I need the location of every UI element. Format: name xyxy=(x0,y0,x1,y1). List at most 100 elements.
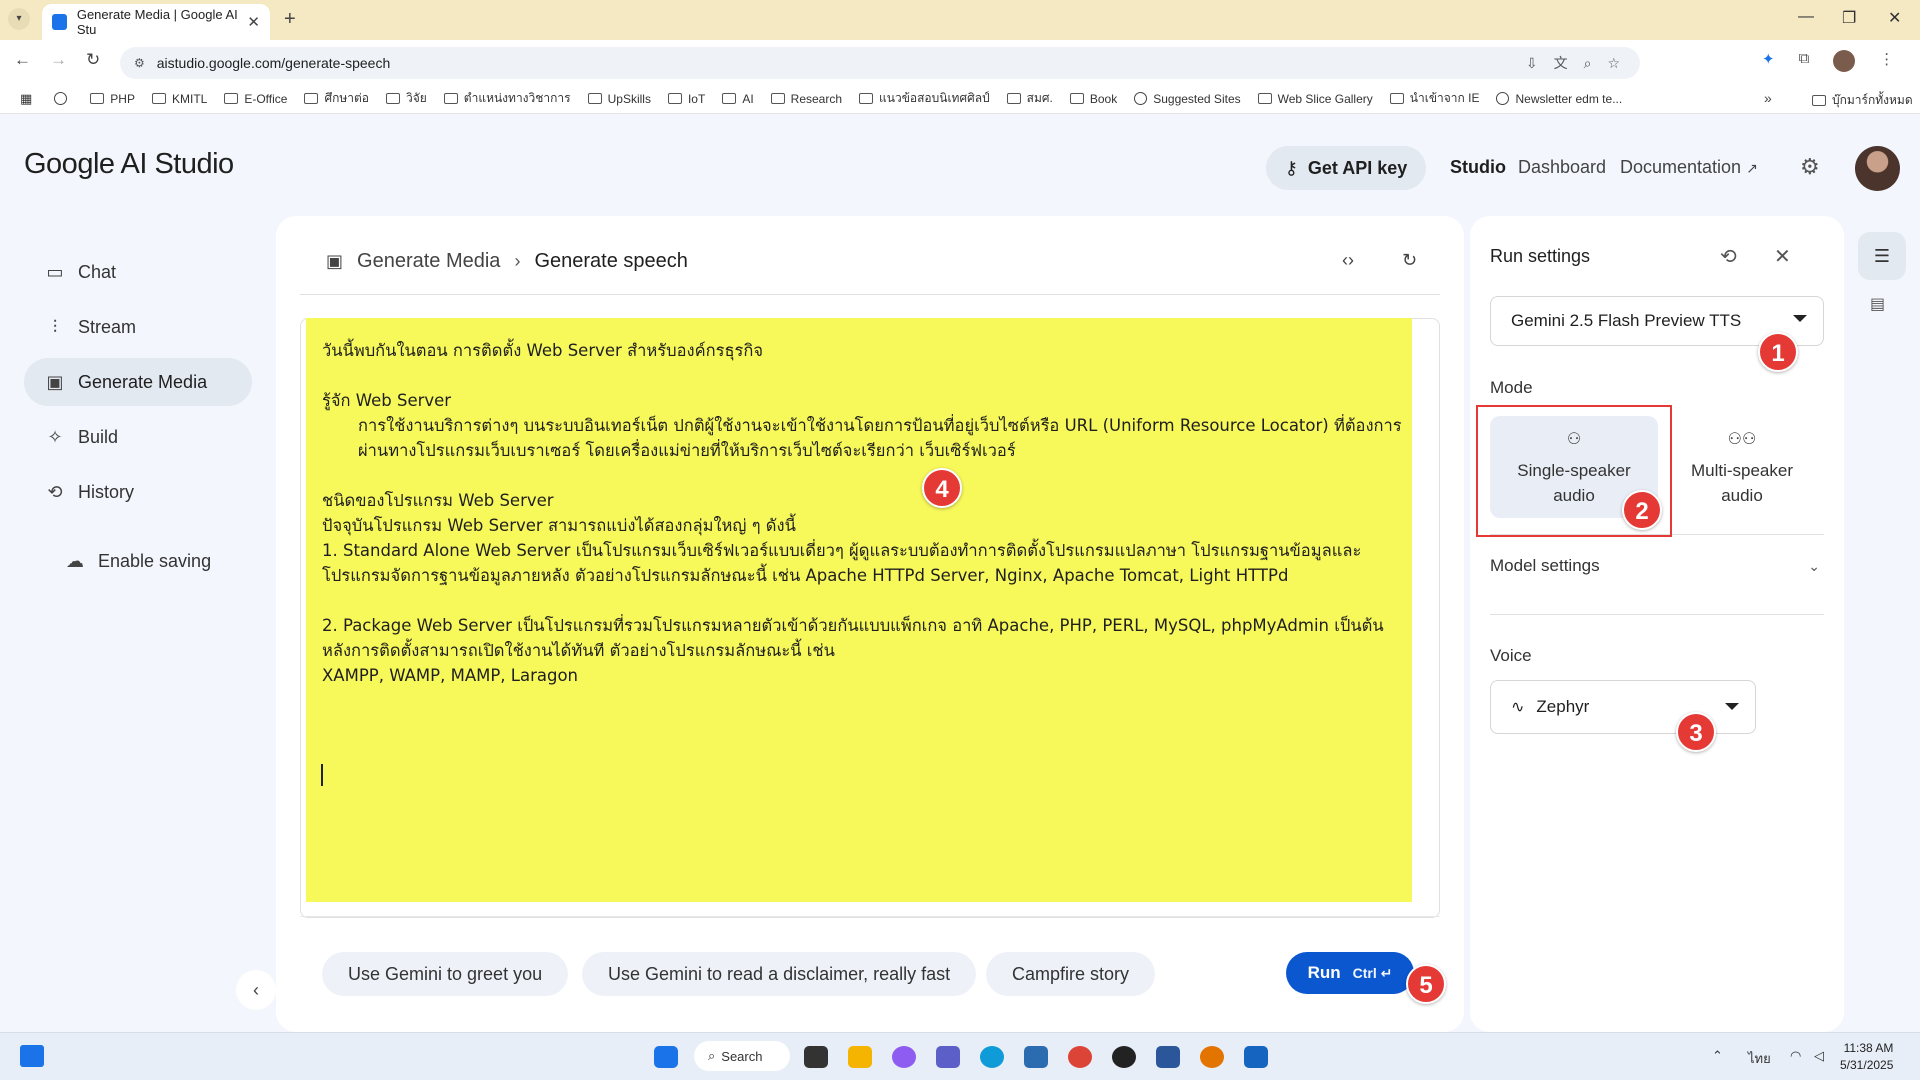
voice-select[interactable]: ∿ Zephyr xyxy=(1490,680,1756,734)
get-api-key-button[interactable]: ⚷ Get API key xyxy=(1266,146,1426,190)
get-code-icon[interactable]: ‹› xyxy=(1342,250,1354,271)
bookmark-item[interactable]: แนวข้อสอบนิเทศศิลป์ xyxy=(859,89,990,108)
bookmark-item[interactable]: Newsletter edm te... xyxy=(1496,92,1622,106)
bookmark-item[interactable]: IoT xyxy=(667,92,705,106)
install-app-icon[interactable]: ⇩ xyxy=(1526,55,1538,72)
prompt-chip-campfire[interactable]: Campfire story xyxy=(986,952,1156,996)
restore-icon[interactable]: ❐ xyxy=(1842,8,1856,28)
collapse-sidebar-button[interactable]: ‹ xyxy=(236,970,276,1010)
new-tab-icon[interactable]: + xyxy=(284,8,296,31)
volume-icon[interactable]: ◁ xyxy=(1814,1048,1824,1064)
app-logo[interactable]: Google AI Studio xyxy=(24,148,234,181)
notepad-icon[interactable] xyxy=(1244,1046,1268,1068)
language-indicator[interactable]: ไทย xyxy=(1748,1048,1771,1069)
dell-icon[interactable] xyxy=(1112,1046,1136,1068)
sidebar-item-build[interactable]: ✧ Build xyxy=(24,413,252,461)
bookmark-item[interactable]: Web Slice Gallery xyxy=(1257,92,1373,106)
globe-icon xyxy=(54,92,68,105)
profile-icon[interactable] xyxy=(1833,50,1856,72)
key-icon: ⚷ xyxy=(1284,157,1298,178)
task-view-icon[interactable] xyxy=(804,1046,828,1068)
copilot-icon[interactable] xyxy=(892,1046,916,1068)
bookmark-item[interactable]: AI xyxy=(722,92,754,106)
tune-settings-icon[interactable]: ☰ xyxy=(1858,232,1906,280)
bookmark-item[interactable]: วิจัย xyxy=(385,89,427,108)
bookmark-item[interactable]: ศึกษาต่อ xyxy=(304,89,369,108)
bookmark-item[interactable]: Book xyxy=(1069,92,1117,106)
divider xyxy=(300,294,1440,295)
sidebar-item-generate-media[interactable]: ▣ Generate Media xyxy=(24,358,252,406)
browser-tab-active[interactable]: Generate Media | Google AI Stu ✕ xyxy=(42,4,270,40)
all-bookmarks[interactable]: บุ๊กมาร์กทั้งหมด xyxy=(1812,91,1913,110)
annotation-badge: 1 xyxy=(1758,332,1798,372)
reset-icon[interactable]: ↻ xyxy=(1402,250,1417,271)
model-settings-toggle[interactable]: Model settings ⌄ xyxy=(1490,556,1824,576)
nav-documentation[interactable]: Documentation ↗ xyxy=(1620,157,1758,178)
build-puzzle-icon: ✧ xyxy=(47,426,63,447)
bookmark-item[interactable]: KMITL xyxy=(151,92,207,106)
zoom-icon[interactable]: ⌕ xyxy=(1584,55,1592,72)
file-explorer-icon[interactable] xyxy=(848,1046,872,1068)
windows-taskbar xyxy=(0,1032,1920,1080)
chrome-profile-icon[interactable] xyxy=(1200,1046,1224,1068)
bookmark-item[interactable]: Research xyxy=(770,92,842,106)
forward-icon[interactable]: → xyxy=(50,50,67,70)
apps-grid-icon[interactable]: ▦ xyxy=(20,91,32,107)
translate-icon[interactable]: 文 xyxy=(1554,53,1568,73)
bookmark-star-icon[interactable]: ☆ xyxy=(1607,55,1620,72)
prompt-chip-greet[interactable]: Use Gemini to greet you xyxy=(322,952,569,996)
system-clock[interactable]: 11:38 AM 5/31/2025 xyxy=(1840,1040,1893,1074)
bookmarks-more-icon[interactable]: » xyxy=(1764,90,1772,106)
chrome-icon[interactable] xyxy=(1068,1046,1092,1068)
bookmark-item[interactable]: ตำแหน่งทางวิชาการ xyxy=(443,89,571,108)
gallery-icon[interactable]: ▤ xyxy=(1870,294,1885,314)
widgets-icon[interactable] xyxy=(20,1045,44,1067)
mode-multi-speaker[interactable]: ⚇⚇ Multi-speaker audio xyxy=(1658,416,1826,518)
sidebar-item-chat[interactable]: ▭ Chat xyxy=(24,248,252,296)
teams-icon[interactable] xyxy=(936,1046,960,1068)
bookmark-item[interactable]: UpSkills xyxy=(587,92,651,106)
minimize-icon[interactable]: — xyxy=(1798,8,1814,26)
user-avatar[interactable] xyxy=(1855,146,1900,191)
back-icon[interactable]: ← xyxy=(14,50,31,70)
bookmark-item[interactable]: E-Office xyxy=(224,92,287,106)
extensions-puzzle-icon[interactable]: ⧉ xyxy=(1799,50,1810,72)
bookmark-globe[interactable] xyxy=(54,92,73,105)
wifi-icon[interactable]: ◠ xyxy=(1790,1048,1801,1064)
tab-search-icon[interactable]: ▾ xyxy=(8,8,30,30)
chevron-up-icon[interactable]: ⌃ xyxy=(1712,1048,1723,1064)
bookmark-item[interactable]: สมศ. xyxy=(1006,89,1053,108)
site-info-icon[interactable]: ⚙ xyxy=(134,56,145,70)
extension-translate-icon[interactable]: ✦ xyxy=(1762,50,1775,72)
settings-gear-icon[interactable]: ⚙ xyxy=(1800,154,1820,180)
enable-saving-button[interactable]: ☁ Enable saving xyxy=(44,537,272,585)
sidebar-item-history[interactable]: ⟲ History xyxy=(24,468,252,516)
close-panel-icon[interactable]: ✕ xyxy=(1774,244,1791,269)
window-close-icon[interactable]: ✕ xyxy=(1888,8,1901,28)
nav-dashboard[interactable]: Dashboard xyxy=(1518,157,1606,178)
tab-close-icon[interactable]: ✕ xyxy=(247,13,260,31)
chevron-down-icon: ⌄ xyxy=(1808,557,1820,574)
sidebar-item-stream[interactable]: ⫶ Stream xyxy=(24,303,252,351)
folder-icon xyxy=(443,93,458,104)
globe-icon xyxy=(1496,92,1510,105)
taskbar-search[interactable]: ⌕ Search xyxy=(694,1041,790,1071)
reload-icon[interactable]: ↻ xyxy=(86,50,100,70)
start-icon[interactable] xyxy=(654,1046,678,1068)
nav-studio[interactable]: Studio xyxy=(1450,157,1506,178)
store-icon[interactable] xyxy=(1024,1046,1048,1068)
word-icon[interactable] xyxy=(1156,1046,1180,1068)
bookmark-item[interactable]: นำเข้าจาก IE xyxy=(1389,89,1479,108)
reset-settings-icon[interactable]: ⟲ xyxy=(1720,244,1737,269)
script-textarea[interactable]: วันนี้พบกันในตอน การติดตั้ง Web Server ส… xyxy=(322,338,1402,688)
bookmark-item[interactable]: Suggested Sites xyxy=(1134,92,1241,106)
run-button[interactable]: Run Ctrl ↵ xyxy=(1286,952,1414,994)
dropdown-caret-icon xyxy=(1725,703,1739,710)
address-bar[interactable]: ⚙ aistudio.google.com/generate-speech ⇩ … xyxy=(120,47,1640,79)
bookmark-item[interactable]: PHP xyxy=(90,92,135,106)
edge-icon[interactable] xyxy=(980,1046,1004,1068)
prompt-chip-disclaimer[interactable]: Use Gemini to read a disclaimer, really … xyxy=(582,952,977,996)
breadcrumb-parent[interactable]: Generate Media xyxy=(357,250,500,273)
chevron-right-icon: › xyxy=(514,251,521,271)
browser-menu-icon[interactable]: ⋮ xyxy=(1879,50,1894,72)
